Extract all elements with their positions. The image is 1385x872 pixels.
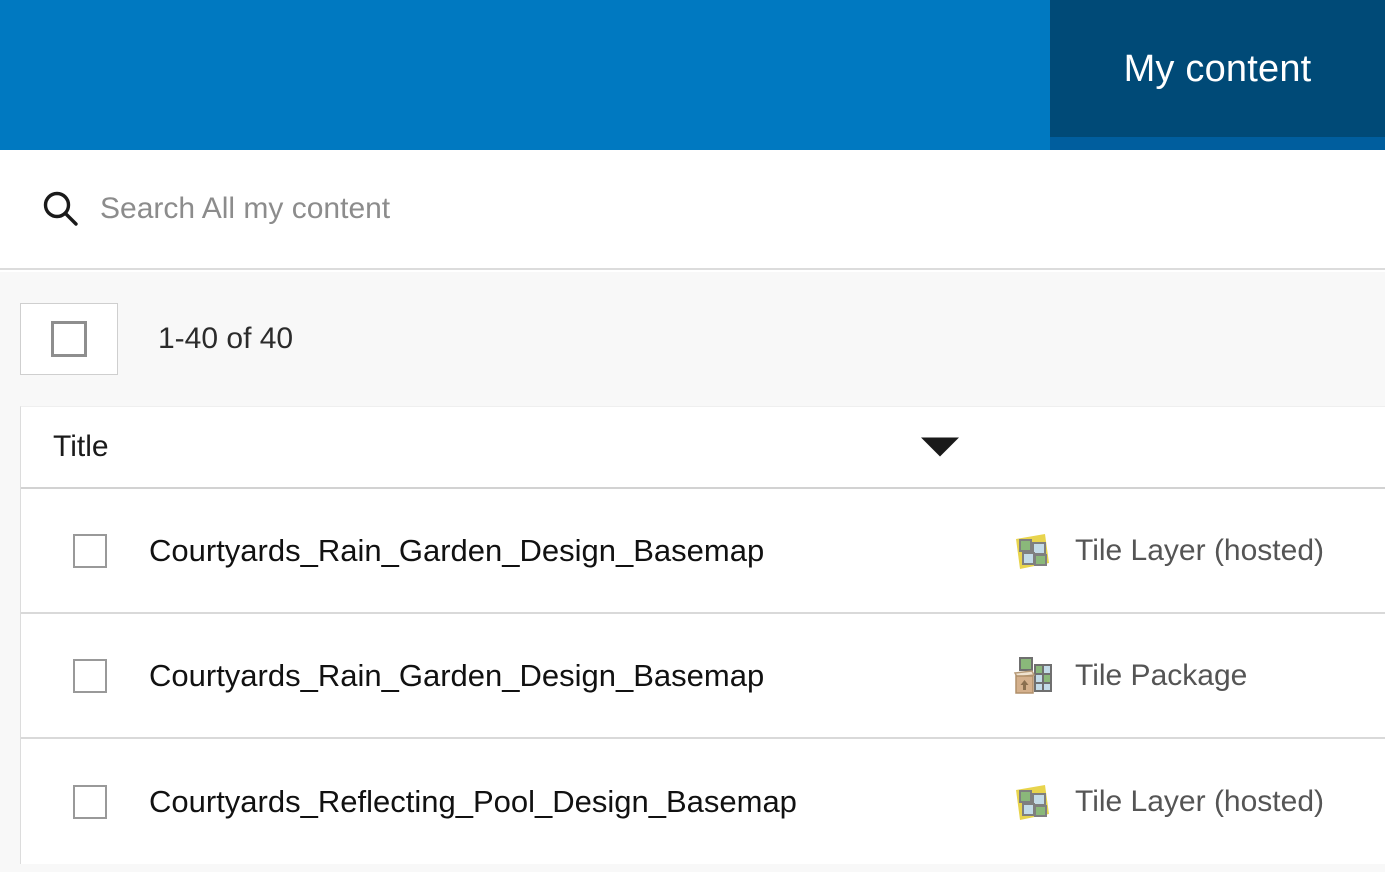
tile-layer-icon <box>1009 779 1055 825</box>
column-header-title[interactable]: Title <box>53 430 109 464</box>
tile-package-icon <box>1009 653 1055 699</box>
content-toolbar: 1-40 of 40 <box>0 272 1385 406</box>
select-all-checkbox[interactable] <box>51 321 87 357</box>
table-row[interactable]: Courtyards_Rain_Garden_Design_Basemap <box>21 614 1385 739</box>
row-checkbox[interactable] <box>73 659 107 693</box>
row-type-label: Tile Layer (hosted) <box>1075 534 1324 568</box>
search-bar <box>0 150 1385 270</box>
table-row[interactable]: Courtyards_Rain_Garden_Design_Basemap Ti… <box>21 489 1385 614</box>
row-checkbox[interactable] <box>73 785 107 819</box>
row-type-label: Tile Package <box>1075 659 1247 693</box>
tab-active-underline <box>1050 137 1385 150</box>
row-type: Tile Layer (hosted) <box>1009 528 1324 574</box>
search-icon[interactable] <box>38 186 84 232</box>
row-title[interactable]: Courtyards_Rain_Garden_Design_Basemap <box>149 658 764 694</box>
row-type: Tile Layer (hosted) <box>1009 779 1324 825</box>
my-content-page: My content 1-40 of 40 Title <box>0 0 1385 872</box>
tab-my-content[interactable]: My content <box>1050 0 1385 150</box>
tile-layer-icon <box>1009 528 1055 574</box>
app-header: My content <box>0 0 1385 150</box>
content-area: 1-40 of 40 Title Courtyards_Rain_Garden_… <box>0 272 1385 872</box>
content-table: Title Courtyards_Rain_Garden_Design_Base… <box>20 406 1385 864</box>
tab-my-content-label: My content <box>1124 48 1312 91</box>
caret-down-icon[interactable] <box>921 438 959 457</box>
row-checkbox[interactable] <box>73 534 107 568</box>
select-all-button[interactable] <box>20 303 118 375</box>
table-row[interactable]: Courtyards_Reflecting_Pool_Design_Basema… <box>21 739 1385 864</box>
table-header-row: Title <box>21 407 1385 489</box>
row-title[interactable]: Courtyards_Reflecting_Pool_Design_Basema… <box>149 784 797 820</box>
row-type-label: Tile Layer (hosted) <box>1075 785 1324 819</box>
item-count-label: 1-40 of 40 <box>158 322 293 356</box>
row-type: Tile Package <box>1009 653 1247 699</box>
row-title[interactable]: Courtyards_Rain_Garden_Design_Basemap <box>149 533 764 569</box>
search-input[interactable] <box>100 192 920 226</box>
